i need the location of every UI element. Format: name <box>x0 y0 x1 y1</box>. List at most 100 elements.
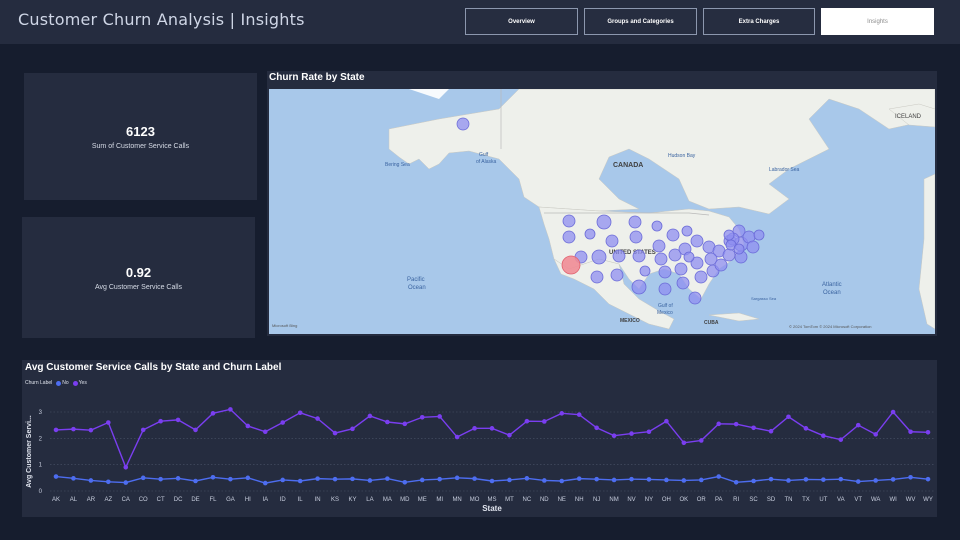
kpi-label: Sum of Customer Service Calls <box>91 143 190 150</box>
state-bubble[interactable] <box>733 243 745 255</box>
data-point-yes <box>838 437 844 442</box>
data-point-yes <box>297 410 303 416</box>
data-point-no <box>768 476 774 482</box>
data-point-yes <box>524 418 530 424</box>
y-axis-label: Avg Customer Servi... <box>26 415 33 488</box>
tab-overview[interactable]: Overview <box>465 8 578 35</box>
data-point-no <box>821 477 826 482</box>
state-bubble[interactable] <box>658 282 672 296</box>
data-point-yes <box>71 426 76 432</box>
x-tick-label: PA <box>715 497 723 503</box>
state-bubble[interactable] <box>610 268 624 282</box>
data-point-yes <box>88 427 94 433</box>
state-bubble[interactable] <box>690 234 704 248</box>
state-bubble[interactable] <box>683 251 695 263</box>
state-bubble[interactable] <box>753 229 765 241</box>
map-bubbles <box>456 117 765 305</box>
data-point-no <box>925 476 931 482</box>
data-point-yes <box>821 433 826 438</box>
state-bubble[interactable] <box>628 215 642 229</box>
x-tick-label: CA <box>122 497 130 503</box>
state-bubble[interactable] <box>651 220 663 232</box>
x-tick-label: CT <box>157 497 165 503</box>
x-tick-label: MD <box>400 497 410 503</box>
state-bubble[interactable] <box>723 229 735 241</box>
tab-extra-charges[interactable]: Extra Charges <box>703 8 815 35</box>
state-bubble[interactable] <box>605 234 619 248</box>
x-tick-label: TX <box>802 497 810 503</box>
state-bubble[interactable] <box>632 249 646 263</box>
data-point-yes <box>489 426 495 431</box>
state-bubble[interactable] <box>681 225 693 237</box>
data-point-yes <box>611 433 617 438</box>
state-bubble-highlight[interactable] <box>561 255 581 275</box>
x-tick-label: MI <box>436 497 443 503</box>
state-bubble[interactable] <box>612 249 626 263</box>
x-tick-label: NH <box>575 497 584 503</box>
data-point-no <box>280 477 286 483</box>
state-bubble[interactable] <box>688 291 702 305</box>
state-bubble[interactable] <box>654 252 668 266</box>
x-tick-label: RI <box>733 497 739 503</box>
tab-groups-and-categories[interactable]: Groups and Categories <box>584 8 697 35</box>
y-tick-label: 0 <box>39 489 43 495</box>
data-point-no <box>890 477 896 482</box>
state-bubble[interactable] <box>629 230 643 244</box>
x-tick-label: IL <box>298 497 304 503</box>
state-bubble[interactable] <box>590 270 604 284</box>
x-tick-label: VT <box>854 497 862 503</box>
state-bubble[interactable] <box>676 276 690 290</box>
map-title: Churn Rate by State <box>269 72 365 83</box>
state-bubble[interactable] <box>658 265 672 279</box>
x-axis-label: State <box>482 504 502 513</box>
churn-map[interactable]: ICELAND Bering Sea Gulf of Alaska CANADA… <box>269 89 935 334</box>
x-tick-label: OR <box>697 497 707 503</box>
data-point-yes <box>908 429 913 435</box>
tab-insights[interactable]: Insights <box>821 8 934 35</box>
x-tick-label: AK <box>52 497 60 503</box>
state-bubble[interactable] <box>652 239 666 253</box>
data-point-yes <box>332 430 338 436</box>
state-bubble[interactable] <box>584 228 596 240</box>
x-tick-label: WI <box>889 497 897 503</box>
data-point-no <box>123 480 129 485</box>
state-bubble[interactable] <box>746 240 760 254</box>
data-point-no <box>315 476 320 481</box>
state-bubble[interactable] <box>666 228 680 242</box>
x-tick-label: WV <box>906 497 916 503</box>
state-bubble[interactable] <box>456 117 470 131</box>
data-point-no <box>594 476 599 482</box>
data-point-yes <box>472 426 477 431</box>
data-point-yes <box>419 414 425 420</box>
state-bubble[interactable] <box>562 214 576 228</box>
data-point-no <box>716 474 722 479</box>
state-bubble[interactable] <box>631 279 647 295</box>
x-tick-label: IN <box>315 497 321 503</box>
data-point-yes <box>507 432 512 438</box>
data-point-yes <box>925 429 931 435</box>
data-point-no <box>611 477 617 483</box>
state-bubble[interactable] <box>596 214 612 230</box>
x-tick-label: AR <box>87 497 96 503</box>
x-tick-label: NY <box>645 497 653 503</box>
x-tick-label: AZ <box>104 497 112 503</box>
data-point-no <box>803 477 809 482</box>
line-chart[interactable]: 0 1 2 3 Avg Customer Servi... AK AL AR AZ CA CO CT D… <box>22 360 937 517</box>
kpi-card-sum-calls: 6123 Sum of Customer Service Calls <box>24 73 257 200</box>
data-point-no <box>664 477 669 483</box>
y-tick-label: 3 <box>39 410 43 416</box>
state-bubble[interactable] <box>591 249 607 265</box>
data-point-no <box>367 478 373 483</box>
data-point-no <box>210 475 216 480</box>
state-bubble[interactable] <box>674 262 688 276</box>
state-bubble[interactable] <box>639 265 651 277</box>
data-point-yes <box>175 417 181 423</box>
x-tick-label: OH <box>662 497 671 503</box>
data-point-yes <box>193 427 198 433</box>
state-bubble[interactable] <box>562 230 576 244</box>
state-bubble[interactable] <box>722 248 736 262</box>
data-point-yes <box>576 412 582 417</box>
state-bubble[interactable] <box>694 270 708 284</box>
x-tick-label: MO <box>470 497 480 503</box>
state-bubble[interactable] <box>714 258 728 272</box>
